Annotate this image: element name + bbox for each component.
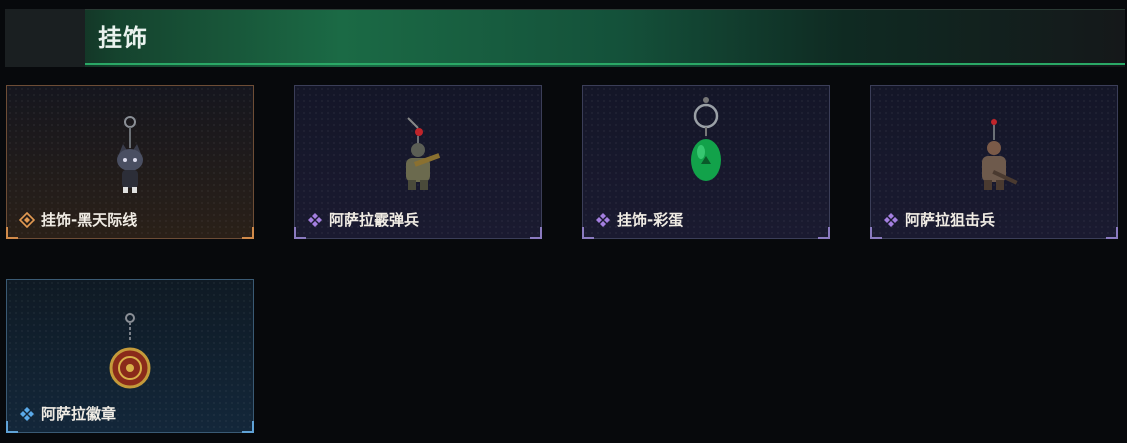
corner-marker xyxy=(530,227,542,239)
soldier-charm-icon xyxy=(406,117,441,190)
corner-marker xyxy=(818,227,830,239)
epic-rarity-icon xyxy=(308,212,322,227)
badge-charm-icon xyxy=(109,313,151,389)
card-label-row: 挂饰-黑天际线 xyxy=(19,209,137,230)
charm-card[interactable]: 挂饰-黑天际线 xyxy=(6,85,254,239)
green-egg-charm-icon xyxy=(691,97,721,181)
card-name: 阿萨拉狙击兵 xyxy=(905,211,996,229)
header-underline xyxy=(85,63,1125,65)
card-label-row: 阿萨拉狙击兵 xyxy=(883,209,995,230)
card-name: 挂饰-彩蛋 xyxy=(617,211,684,229)
legend-rarity-icon xyxy=(19,211,35,228)
section-header xyxy=(5,9,1125,67)
corner-marker xyxy=(6,421,18,433)
epic-rarity-icon xyxy=(596,212,610,227)
rare-rarity-icon xyxy=(20,406,34,421)
card-name: 阿萨拉霰弹兵 xyxy=(329,211,420,229)
corner-marker xyxy=(582,227,594,239)
card-label-row: 阿萨拉徽章 xyxy=(19,403,116,424)
corner-marker xyxy=(294,227,306,239)
corner-marker xyxy=(870,227,882,239)
corner-marker xyxy=(6,227,18,239)
corner-marker xyxy=(1106,227,1118,239)
section-title: 挂饰 xyxy=(98,24,148,52)
corner-marker xyxy=(242,227,254,239)
sniper-charm-icon xyxy=(982,119,1018,190)
header-accent xyxy=(5,9,85,67)
card-name: 挂饰-黑天际线 xyxy=(41,211,138,229)
card-label-row: 阿萨拉霰弹兵 xyxy=(307,209,419,230)
card-label-row: 挂饰-彩蛋 xyxy=(595,209,683,230)
charm-card[interactable]: 阿萨拉霰弹兵 xyxy=(294,85,542,239)
charm-card[interactable]: 阿萨拉徽章 xyxy=(6,279,254,433)
charm-card[interactable]: 挂饰-彩蛋 xyxy=(582,85,830,239)
corner-marker xyxy=(242,421,254,433)
card-name: 阿萨拉徽章 xyxy=(41,405,117,423)
charm-card[interactable]: 阿萨拉狙击兵 xyxy=(870,85,1118,239)
cat-charm-icon xyxy=(117,116,143,193)
epic-rarity-icon xyxy=(884,212,898,227)
